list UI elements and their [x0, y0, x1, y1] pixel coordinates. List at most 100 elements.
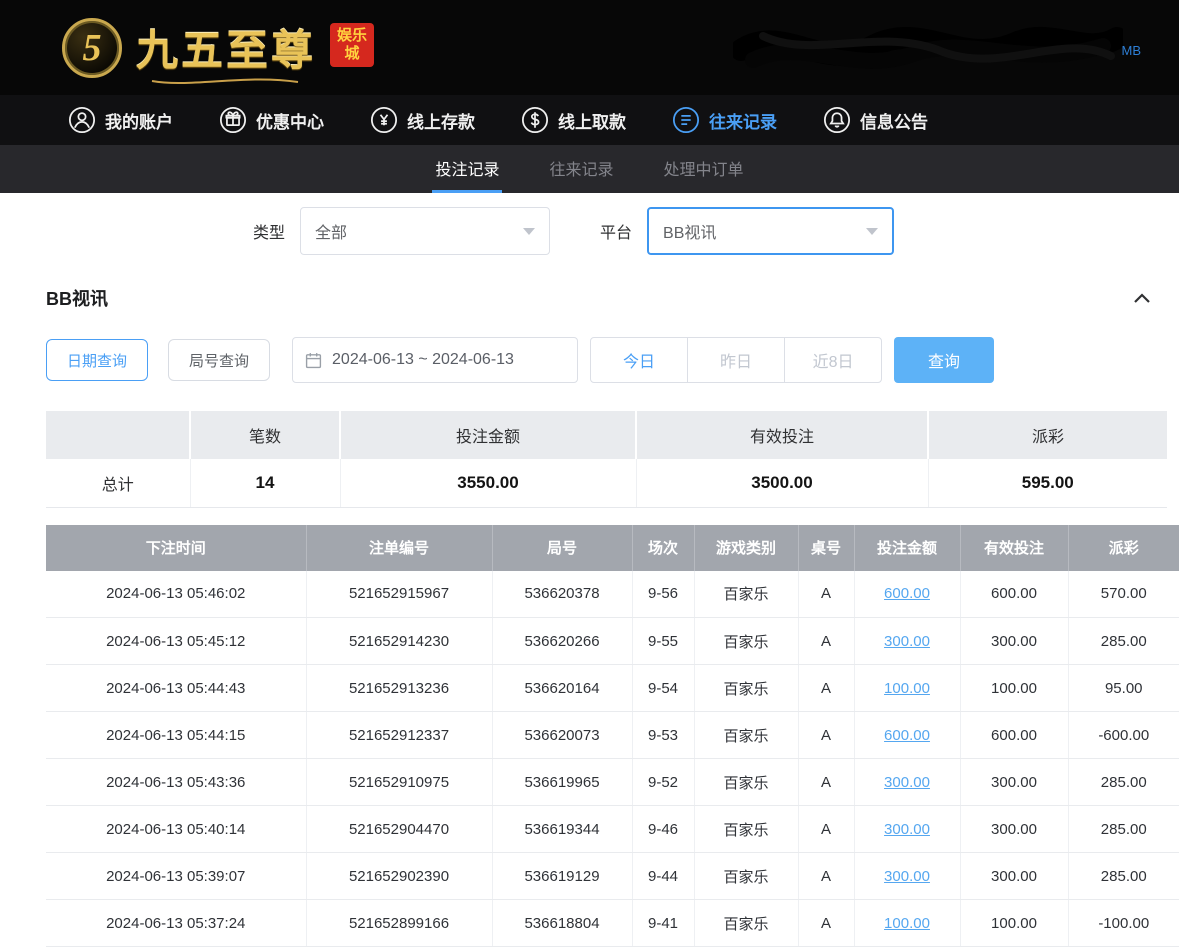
bet-amount-cell: 100.00: [854, 665, 960, 712]
summary-header-payout: 派彩: [928, 411, 1167, 459]
game-type-cell: 百家乐: [694, 571, 798, 618]
session-cell: 9-46: [632, 806, 694, 853]
bet-amount-link[interactable]: 300.00: [884, 633, 930, 650]
bet-amount-link[interactable]: 100.00: [884, 915, 930, 932]
nav-item-my-account[interactable]: 我的账户: [68, 106, 173, 134]
logo-title: 九五至尊: [136, 17, 316, 78]
bet-amount-link[interactable]: 600.00: [884, 727, 930, 744]
bet-time-cell: 2024-06-13 05:46:02: [46, 571, 306, 618]
session-cell: 9-44: [632, 853, 694, 900]
payout-cell: 285.00: [1068, 759, 1179, 806]
valid-bet-cell: 300.00: [960, 759, 1068, 806]
summary-valid-bet-value: 3500.00: [636, 459, 928, 507]
today-button[interactable]: 今日: [590, 337, 688, 383]
game-type-cell: 百家乐: [694, 665, 798, 712]
payout-cell: 285.00: [1068, 618, 1179, 665]
bet-table-body: 2024-06-13 05:46:02521652915967536620378…: [46, 571, 1179, 947]
bet-amount-link[interactable]: 300.00: [884, 821, 930, 838]
game-type-cell: 百家乐: [694, 900, 798, 947]
table-no-cell: A: [798, 806, 854, 853]
tab-transaction-records[interactable]: 往来记录: [546, 145, 616, 193]
type-filter-label: 类型: [253, 219, 285, 243]
query-toolbar: 日期查询 局号查询 2024-06-13 ~ 2024-06-13 今日 昨日 …: [46, 337, 1179, 383]
bet-id-cell: 521652902390: [306, 853, 492, 900]
round-no-cell: 536619965: [492, 759, 632, 806]
table-no-cell: A: [798, 618, 854, 665]
bet-time-cell: 2024-06-13 05:45:12: [46, 618, 306, 665]
platform-select[interactable]: BB视讯: [647, 207, 894, 255]
table-no-cell: A: [798, 712, 854, 759]
nav-item-withdraw[interactable]: 线上取款: [521, 106, 626, 134]
search-button[interactable]: 查询: [894, 337, 994, 383]
valid-bet-cell: 300.00: [960, 618, 1068, 665]
summary-total-label: 总计: [46, 459, 190, 507]
gift-icon: [219, 106, 247, 134]
bet-row: 2024-06-13 05:43:36521652910975536619965…: [46, 759, 1179, 806]
bet-id-cell: 521652910975: [306, 759, 492, 806]
bet-id-cell: 521652913236: [306, 665, 492, 712]
summary-table: 笔数 投注金额 有效投注 派彩 总计 14 3550.00 3500.00 59…: [46, 411, 1167, 508]
round-no-cell: 536620073: [492, 712, 632, 759]
bet-row: 2024-06-13 05:46:02521652915967536620378…: [46, 571, 1179, 618]
table-no-cell: A: [798, 900, 854, 947]
nav-item-promotions[interactable]: 优惠中心: [219, 106, 324, 134]
valid-bet-cell: 600.00: [960, 571, 1068, 618]
bet-row: 2024-06-13 05:40:14521652904470536619344…: [46, 806, 1179, 853]
payout-cell: 95.00: [1068, 665, 1179, 712]
tab-processing-orders[interactable]: 处理中订单: [661, 145, 747, 193]
sub-nav: 投注记录 往来记录 处理中订单: [0, 145, 1179, 193]
summary-header-row: 笔数 投注金额 有效投注 派彩: [46, 411, 1167, 459]
nav-item-label: 我的账户: [105, 108, 173, 133]
logo-badge-line2: 城: [337, 45, 367, 63]
bet-amount-cell: 300.00: [854, 853, 960, 900]
round-no-cell: 536620164: [492, 665, 632, 712]
bet-amount-link[interactable]: 300.00: [884, 868, 930, 885]
summary-count-value: 14: [190, 459, 340, 507]
tab-betting-records[interactable]: 投注记录: [432, 145, 502, 193]
bet-amount-cell: 300.00: [854, 806, 960, 853]
logo-text-wrap: 九五至尊: [136, 17, 316, 78]
logo-flourish: [150, 75, 300, 87]
summary-bet-amount-value: 3550.00: [340, 459, 636, 507]
bet-amount-cell: 300.00: [854, 759, 960, 806]
filter-bar: 类型 全部 平台 BB视讯: [253, 207, 1179, 255]
platform-select-value: BB视讯: [663, 219, 716, 243]
bet-amount-link[interactable]: 100.00: [884, 680, 930, 697]
round-query-button[interactable]: 局号查询: [168, 339, 270, 381]
records-icon: [672, 106, 700, 134]
date-query-button[interactable]: 日期查询: [46, 339, 148, 381]
bet-amount-link[interactable]: 600.00: [884, 585, 930, 602]
round-no-cell: 536620378: [492, 571, 632, 618]
date-range-picker[interactable]: 2024-06-13 ~ 2024-06-13: [292, 337, 578, 383]
session-cell: 9-54: [632, 665, 694, 712]
round-no-cell: 536619129: [492, 853, 632, 900]
yesterday-button[interactable]: 昨日: [687, 337, 785, 383]
bet-row: 2024-06-13 05:39:07521652902390536619129…: [46, 853, 1179, 900]
redaction-scribble: [733, 16, 1123, 80]
bet-amount-link[interactable]: 300.00: [884, 774, 930, 791]
summary-header-valid-bet: 有效投注: [636, 411, 928, 459]
chevron-up-icon: [1133, 293, 1151, 304]
nav-item-label: 线上存款: [407, 108, 475, 133]
table-no-cell: A: [798, 759, 854, 806]
bet-id-cell: 521652899166: [306, 900, 492, 947]
bet-column-header: 有效投注: [960, 525, 1068, 571]
nav-item-announcements[interactable]: 信息公告: [823, 106, 928, 134]
bet-amount-cell: 600.00: [854, 712, 960, 759]
logo-coin-icon: 5: [62, 18, 122, 78]
section-header: BB视讯: [46, 285, 1151, 311]
table-no-cell: A: [798, 665, 854, 712]
collapse-section-button[interactable]: [1133, 293, 1151, 304]
currency-suffix-text: MB: [1122, 43, 1142, 58]
type-select[interactable]: 全部: [300, 207, 550, 255]
game-type-cell: 百家乐: [694, 806, 798, 853]
last-8-days-button[interactable]: 近8日: [784, 337, 882, 383]
withdraw-icon: [521, 106, 549, 134]
main-nav: 我的账户 优惠中心 线上存款 线上取款 往来记录 信息公告: [0, 95, 1179, 145]
nav-item-deposit[interactable]: 线上存款: [370, 106, 475, 134]
payout-cell: 570.00: [1068, 571, 1179, 618]
user-icon: [68, 106, 96, 134]
nav-item-transaction-records[interactable]: 往来记录: [672, 106, 777, 134]
section-title: BB视讯: [46, 285, 108, 311]
site-logo[interactable]: 5 九五至尊 娱乐 城: [62, 17, 374, 78]
